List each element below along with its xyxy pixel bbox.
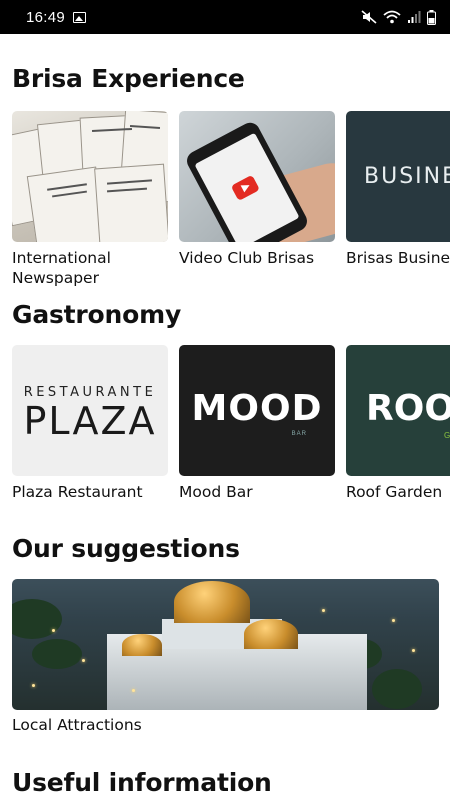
section-title-useful-information: Useful information <box>12 768 272 797</box>
card-label: Mood Bar <box>179 483 253 501</box>
newspaper-thumbnail <box>12 111 168 242</box>
gallery-notification-icon <box>73 11 87 23</box>
signal-icon <box>408 11 421 23</box>
card-mood-bar[interactable]: MOOD BAR Mood Bar <box>179 345 335 502</box>
business-logo-text: BUSINE <box>364 164 450 189</box>
play-icon <box>230 174 260 202</box>
card-label: Local Attractions <box>12 716 142 734</box>
section-title-suggestions: Our suggestions <box>12 534 240 563</box>
card-label: Roof Garden <box>346 483 443 501</box>
mood-logo-sub: BAR <box>291 431 307 437</box>
card-label: Plaza Restaurant <box>12 483 143 501</box>
video-thumbnail <box>179 111 335 242</box>
card-international-newspaper[interactable]: International Newspaper <box>12 111 168 288</box>
status-icons <box>361 9 436 25</box>
battery-icon <box>427 9 436 25</box>
plaza-logo-big: PLAZA <box>23 399 157 443</box>
status-bar: 16:49 <box>0 0 450 34</box>
card-roof-garden[interactable]: ROO G Roof Garden <box>346 345 450 502</box>
business-thumbnail: BUSINE <box>346 111 450 242</box>
roof-logo-sub: G <box>444 431 450 440</box>
mood-logo-thumbnail: MOOD BAR <box>179 345 335 476</box>
main-content[interactable]: Brisa Experience International Newspaper… <box>0 34 450 800</box>
card-brisas-business[interactable]: BUSINE Brisas Business <box>346 111 450 268</box>
card-label: Brisas Business <box>346 249 450 267</box>
section-title-experience: Brisa Experience <box>12 64 245 93</box>
roof-logo-thumbnail: ROO G <box>346 345 450 476</box>
card-local-attractions[interactable]: Local Attractions <box>12 579 439 734</box>
section-title-gastronomy: Gastronomy <box>12 300 182 329</box>
attractions-thumbnail <box>12 579 439 710</box>
plaza-logo-small: RESTAURANTE <box>23 385 157 400</box>
card-label: Video Club Brisas <box>179 249 315 267</box>
status-time: 16:49 <box>26 8 66 26</box>
roof-logo-text: ROO <box>366 388 450 429</box>
card-label: International Newspaper <box>12 249 111 287</box>
card-video-club[interactable]: Video Club Brisas <box>179 111 335 268</box>
mute-icon <box>361 10 377 24</box>
card-plaza-restaurant[interactable]: RESTAURANTE PLAZA Plaza Restaurant <box>12 345 168 502</box>
mood-logo-text: MOOD <box>191 388 323 429</box>
wifi-icon <box>383 10 401 24</box>
plaza-logo-thumbnail: RESTAURANTE PLAZA <box>12 345 168 476</box>
